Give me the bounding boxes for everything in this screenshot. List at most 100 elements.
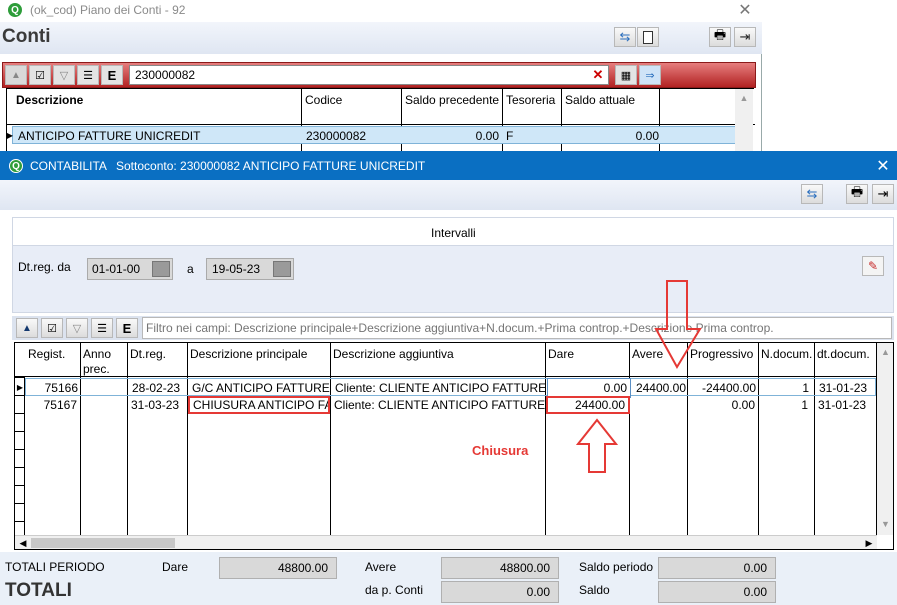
checklist-icon: ☑ xyxy=(47,322,57,335)
saldo-field: 0.00 xyxy=(658,581,776,603)
table-row[interactable]: 75166 28-02-23 G/C ANTICIPO FATTURE Clie… xyxy=(25,378,876,398)
col-header-saldo-attuale[interactable]: Saldo attuale xyxy=(562,91,662,110)
triangle-up-icon: ▲ xyxy=(22,322,32,334)
scroll-thumb[interactable] xyxy=(31,538,175,548)
cell-descrizione: ANTICIPO FATTURE UNICREDIT xyxy=(18,129,201,143)
list-button[interactable]: ☰ xyxy=(77,65,99,85)
cell-avere: 24400.00 xyxy=(635,381,686,395)
clear-interval-button[interactable]: ✎ xyxy=(862,256,884,276)
dtreg-label: Dt.reg. da xyxy=(18,260,71,274)
refresh-button[interactable]: ⇆ xyxy=(614,27,636,47)
scroll-right-icon[interactable]: ▶ xyxy=(863,537,875,549)
refresh-icon: ⇆ xyxy=(619,29,631,44)
window-subtitle: Sottoconto: 230000082 ANTICIPO FATTURE U… xyxy=(116,159,426,173)
new-document-icon xyxy=(643,30,653,44)
annotation-label: Chiusura xyxy=(472,443,529,458)
calendar-icon[interactable] xyxy=(273,261,291,277)
filter-button[interactable]: ▽ xyxy=(66,318,88,338)
select-columns-button[interactable]: ☑ xyxy=(29,65,51,85)
exit-button[interactable]: ⇥ xyxy=(872,184,894,204)
da-p-conti-field: 0.00 xyxy=(441,581,559,603)
exit-button[interactable]: ⇥ xyxy=(734,27,756,47)
cell-descrizione-principale: G/C ANTICIPO FATTURE xyxy=(192,381,330,395)
col-header-regist[interactable]: Regist. xyxy=(25,345,80,364)
search-input[interactable]: 230000082 ✕ xyxy=(129,65,609,85)
apply-icon: ⇒ xyxy=(645,69,655,82)
col-header-descrizione[interactable]: Descrizione xyxy=(13,91,299,110)
col-header-anno-prec[interactable]: Anno prec. xyxy=(80,345,128,379)
col-header-dtdocum[interactable]: dt.docum. xyxy=(814,345,876,364)
col-header-ndocum[interactable]: N.docum. xyxy=(758,345,816,364)
scroll-down-icon[interactable]: ▼ xyxy=(878,517,893,531)
app-logo-icon: Q xyxy=(8,3,22,17)
col-header-tesoreria[interactable]: Tesoreria xyxy=(503,91,563,110)
cell-dtdocum: 31-01-23 xyxy=(818,398,867,412)
col-header-descrizione-principale[interactable]: Descrizione principale xyxy=(187,345,331,364)
vertical-scrollbar[interactable]: ▲ ▼ xyxy=(877,343,893,535)
col-header-descrizione-aggiuntiva[interactable]: Descrizione aggiuntiva xyxy=(330,345,546,364)
checklist-icon: ☑ xyxy=(35,69,45,82)
cell-codice: 230000082 xyxy=(306,129,367,143)
avere-label: Avere xyxy=(365,560,397,574)
close-icon[interactable]: ✕ xyxy=(874,157,892,175)
totali-periodo-label: TOTALI PERIODO xyxy=(5,560,105,574)
refresh-button[interactable]: ⇆ xyxy=(801,184,823,204)
select-columns-button[interactable]: ☑ xyxy=(41,318,63,338)
filter-icon: ▽ xyxy=(72,322,82,335)
filter-button[interactable]: ▽ xyxy=(53,65,75,85)
scroll-left-icon[interactable]: ◀ xyxy=(17,537,29,549)
totals-panel: TOTALI PERIODO TOTALI Dare 48800.00 Aver… xyxy=(0,552,897,605)
filter-input[interactable] xyxy=(142,317,892,339)
export-button[interactable]: E xyxy=(116,318,138,338)
scroll-up-icon[interactable]: ▲ xyxy=(737,91,751,105)
back-grid: Descrizione Codice Saldo precedente Teso… xyxy=(6,88,755,161)
date-to-field[interactable]: 19-05-23 xyxy=(206,258,294,280)
main-grid: Regist. Anno prec. Dt.reg. Descrizione p… xyxy=(14,342,894,550)
col-header-dare[interactable]: Dare xyxy=(545,345,629,364)
apply-search-button[interactable]: ⇒ xyxy=(639,65,661,85)
row-pointer-icon: ▶ xyxy=(6,130,14,140)
back-window: Q (ok_cod) Piano dei Conti - 92 ✕ Conti … xyxy=(0,0,762,161)
dare-label: Dare xyxy=(162,560,189,574)
back-search-toolbar: ▲ ☑ ▽ ☰ E 230000082 ✕ ▦ ⇒ xyxy=(2,62,756,88)
cell-ndocum: 1 xyxy=(802,381,809,395)
app-logo-icon: Q xyxy=(9,159,23,173)
cell-tesoreria: F xyxy=(506,129,514,143)
cell-descrizione-aggiuntiva: Cliente: CLIENTE ANTICIPO FATTURE xyxy=(334,398,545,412)
down-arrow-annotation xyxy=(654,280,702,369)
export-e-icon: E xyxy=(107,67,117,83)
table-row[interactable]: ANTICIPO FATTURE UNICREDIT 230000082 0.0… xyxy=(12,126,736,144)
print-button[interactable]: 🖶 xyxy=(709,27,731,47)
search-option-button[interactable]: ▦ xyxy=(615,65,637,85)
back-close-icon[interactable]: ✕ xyxy=(736,1,754,19)
table-row[interactable]: 75167 31-03-23 CHIUSURA ANTICIPO FATTURE… xyxy=(25,396,876,414)
date-from-field[interactable]: 01-01-00 xyxy=(87,258,173,280)
new-button[interactable] xyxy=(637,27,659,47)
calendar-icon[interactable] xyxy=(152,261,170,277)
intervals-panel: Intervalli Dt.reg. da 01-01-00 a 19-05-2… xyxy=(12,217,894,313)
front-toolbar: ⇆ 🖶 ⇥ xyxy=(0,180,897,210)
horizontal-scrollbar[interactable]: ◀ ▶ xyxy=(15,535,877,549)
printer-icon: 🖶 xyxy=(850,184,864,199)
dare-total-field: 48800.00 xyxy=(219,557,337,579)
clear-search-icon[interactable]: ✕ xyxy=(590,67,606,83)
intervals-title: Intervalli xyxy=(431,226,476,240)
list-button[interactable]: ☰ xyxy=(91,318,113,338)
col-header-dtreg[interactable]: Dt.reg. xyxy=(127,345,187,364)
cell-dare[interactable]: 0.00 xyxy=(547,378,631,398)
export-button[interactable]: E xyxy=(101,65,123,85)
filter-toolbar: ▲ ☑ ▽ ☰ E xyxy=(12,316,894,340)
a-label: a xyxy=(187,262,194,276)
collapse-button[interactable]: ▲ xyxy=(16,318,38,338)
cell-progressivo: 0.00 xyxy=(731,398,755,412)
collapse-button[interactable]: ▲ xyxy=(5,65,27,85)
scroll-up-icon[interactable]: ▲ xyxy=(878,345,893,359)
row-indicator-column xyxy=(15,377,25,535)
cell-dare: 24400.00 xyxy=(546,396,630,414)
cell-progressivo: -24400.00 xyxy=(701,381,756,395)
col-header-saldo-precedente[interactable]: Saldo precedente xyxy=(402,91,504,110)
filter-icon: ▽ xyxy=(59,69,69,82)
refresh-icon: ⇆ xyxy=(806,186,818,201)
col-header-codice[interactable]: Codice xyxy=(302,91,402,110)
print-button[interactable]: 🖶 xyxy=(846,184,868,204)
